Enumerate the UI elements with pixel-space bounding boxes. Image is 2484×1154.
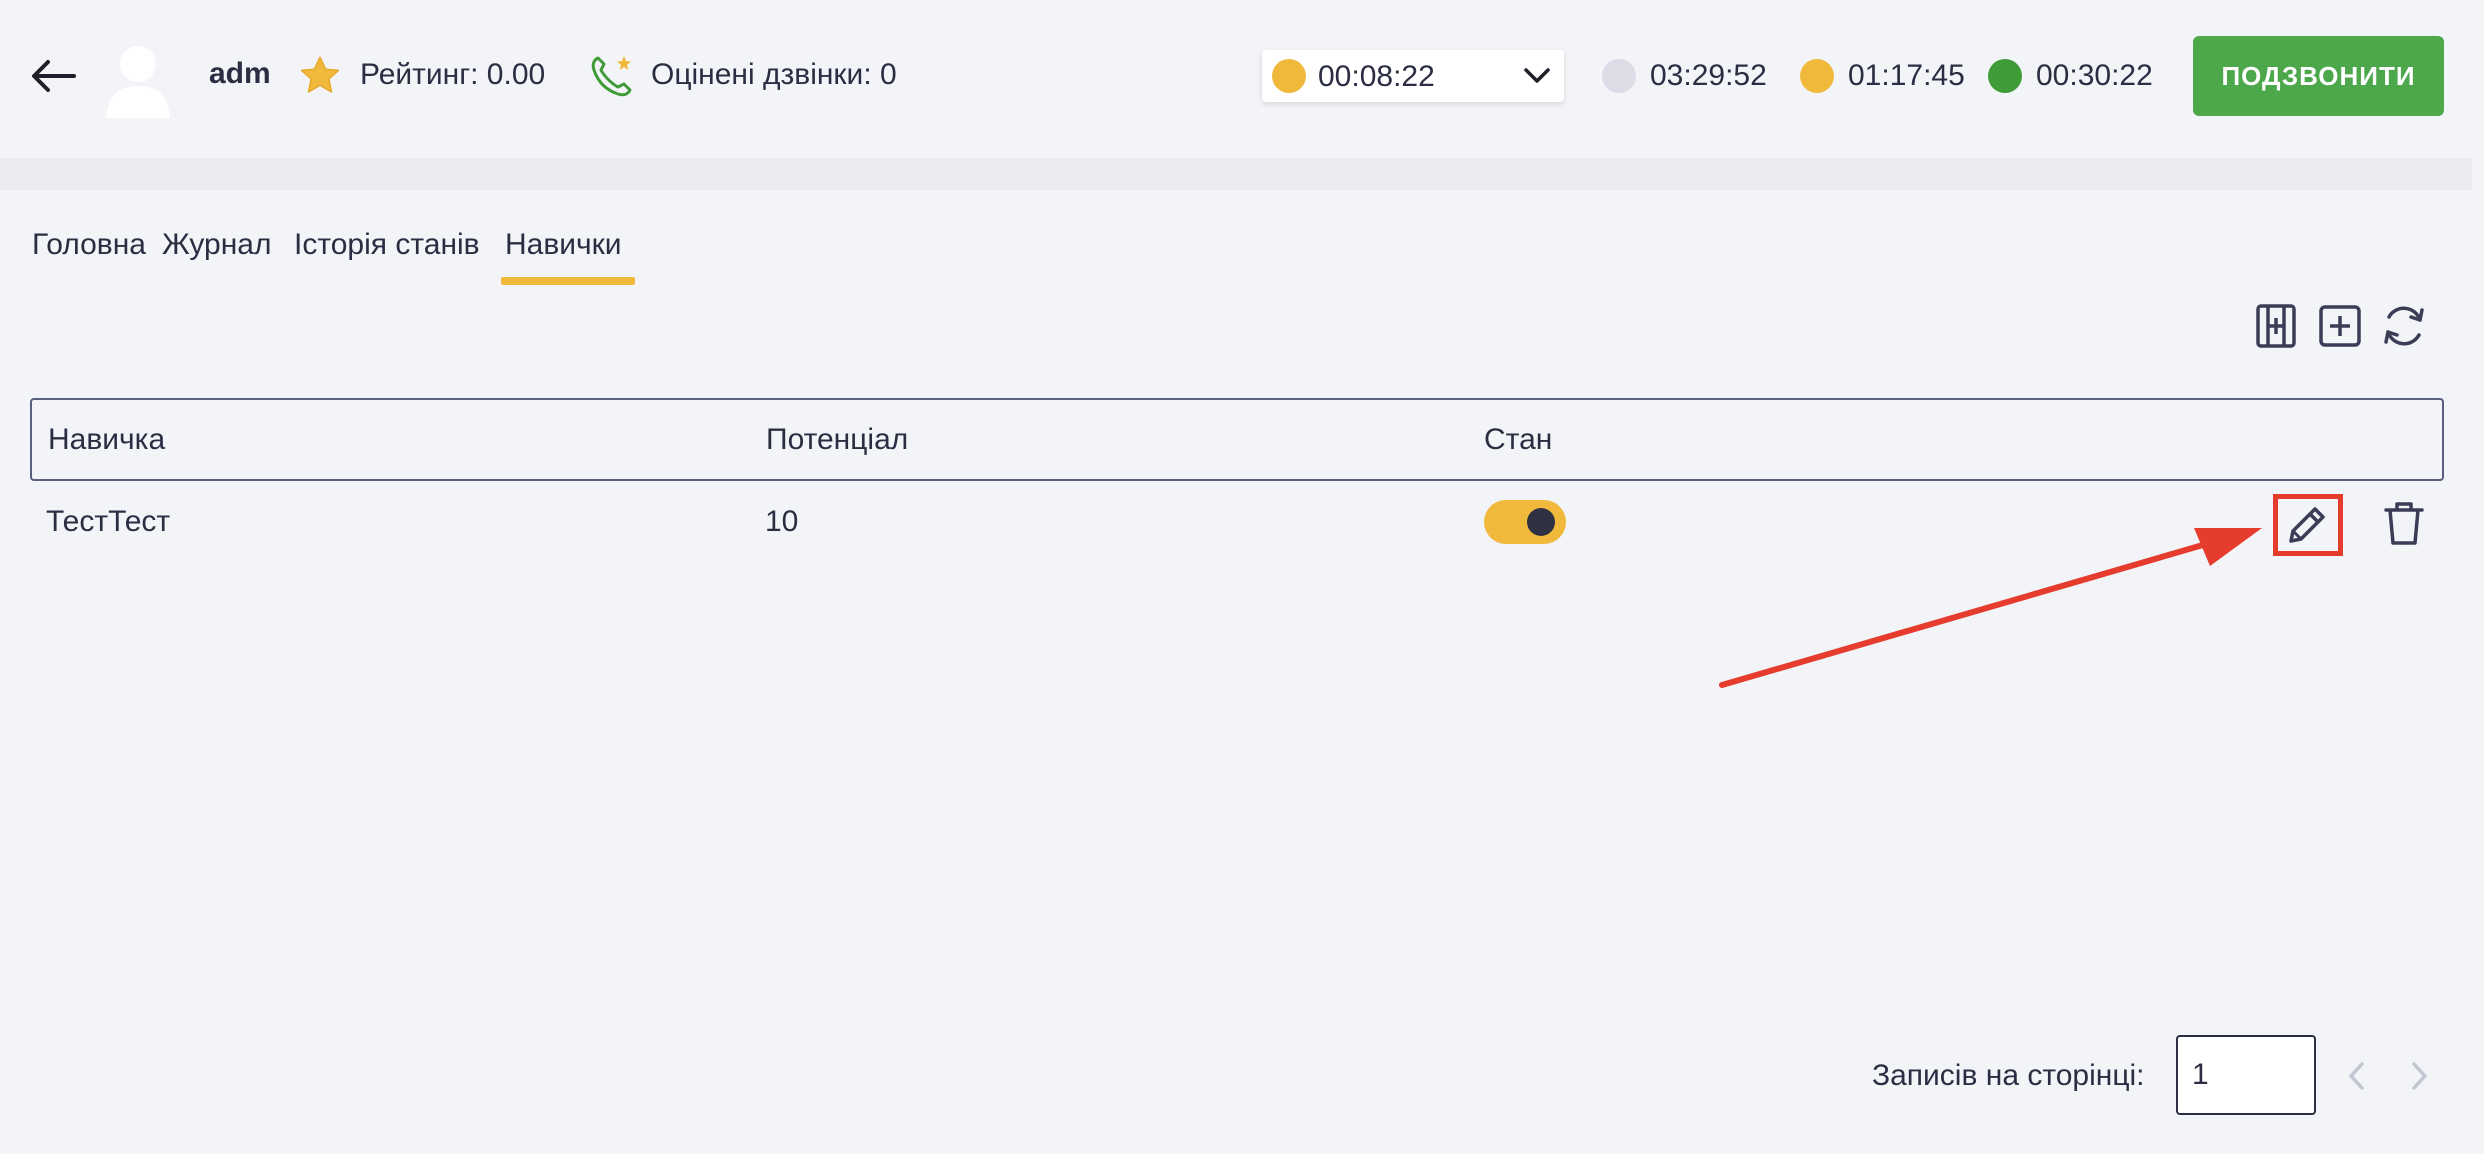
chevron-down-icon	[1522, 62, 1552, 90]
status-dot	[1602, 59, 1636, 93]
status-dot	[1272, 59, 1306, 93]
tab-journal[interactable]: Журнал	[162, 228, 271, 262]
status-select[interactable]: 00:08:22	[1262, 50, 1564, 102]
phone-star-icon	[588, 52, 636, 100]
timer-label: 03:29:52	[1650, 59, 1767, 92]
username: adm	[209, 57, 271, 90]
chevron-left-icon[interactable]	[2342, 1058, 2372, 1094]
toggle-knob	[1527, 508, 1555, 536]
rows-per-page-input[interactable]	[2176, 1035, 2316, 1115]
rows-per-page-label: Записів на сторінці:	[1872, 1059, 2145, 1092]
timer-label: 01:17:45	[1848, 59, 1965, 92]
rating-text: Рейтинг: 0.00	[360, 58, 546, 91]
back-arrow-icon[interactable]	[30, 58, 78, 94]
main-panel	[0, 190, 2472, 1146]
cell-potential: 10	[765, 505, 799, 538]
star-icon	[297, 53, 343, 99]
column-header-potential[interactable]: Потенціал	[766, 423, 908, 457]
cell-skill: ТестТест	[46, 505, 171, 538]
column-header-state[interactable]: Стан	[1484, 423, 1552, 457]
status-dot	[1800, 59, 1834, 93]
edit-pencil-icon[interactable]	[2275, 495, 2339, 553]
column-header-skill[interactable]: Навичка	[48, 423, 165, 457]
columns-settings-icon[interactable]	[2252, 300, 2300, 352]
timer-label: 00:30:22	[2036, 59, 2153, 92]
status-dot	[1988, 59, 2022, 93]
status-time: 00:08:22	[1318, 60, 1435, 93]
avatar	[102, 40, 174, 120]
state-toggle[interactable]	[1484, 500, 1566, 544]
tab-home[interactable]: Головна	[32, 228, 146, 262]
tab-state-history[interactable]: Історія станів	[294, 228, 480, 262]
trash-icon[interactable]	[2380, 498, 2428, 548]
rated-calls-text: Оцінені дзвінки: 0	[651, 58, 897, 91]
header-divider	[0, 158, 2472, 190]
table-header	[30, 398, 2444, 481]
add-icon[interactable]	[2316, 300, 2364, 352]
chevron-right-icon[interactable]	[2404, 1058, 2434, 1094]
active-tab-indicator	[501, 277, 635, 285]
refresh-icon[interactable]	[2380, 300, 2428, 352]
tab-skills[interactable]: Навички	[505, 228, 622, 262]
call-button[interactable]: ПОДЗВОНИТИ	[2193, 36, 2444, 116]
